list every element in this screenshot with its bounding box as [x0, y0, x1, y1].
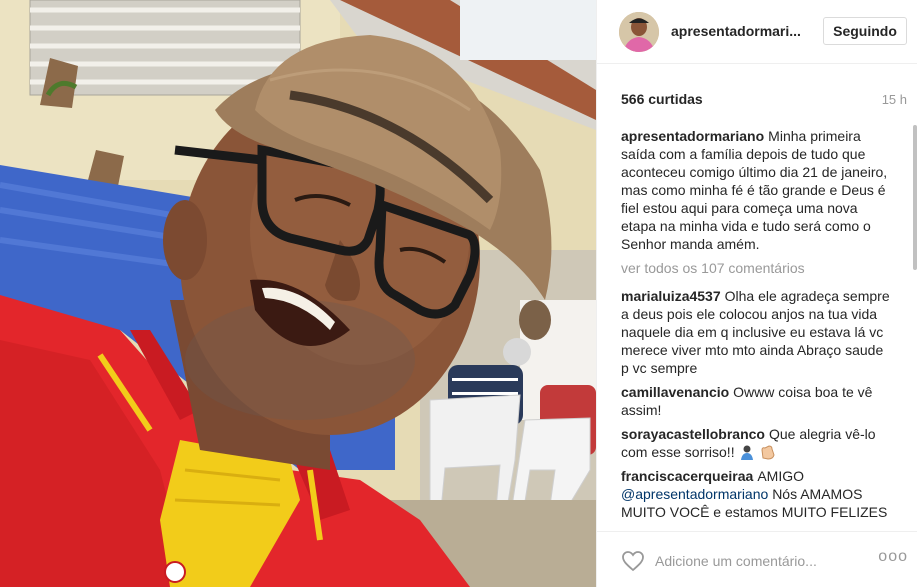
person-emoji-icon: [739, 444, 755, 460]
post-sidebar: apresentadormari... Seguindo 566 curtida…: [596, 0, 917, 587]
comment-username[interactable]: franciscacerqueiraa: [621, 468, 753, 484]
comments-scrollbar[interactable]: [913, 125, 917, 270]
comment-footer: ooo: [597, 531, 917, 587]
list-item: camillavenancio Owww coisa boa te vê assi…: [621, 383, 893, 419]
view-all-comments-link[interactable]: ver todos os 107 comentários: [621, 259, 893, 277]
caption-text: Minha primeira saída com a família depoi…: [621, 128, 888, 252]
comment-username[interactable]: sorayacastellobranco: [621, 426, 765, 442]
list-item: sorayacastellobranco Que alegria vê-lo co…: [621, 425, 893, 461]
avatar[interactable]: [619, 12, 659, 52]
caption: apresentadormariano Minha primeira saída …: [621, 127, 893, 253]
heart-icon[interactable]: [621, 550, 645, 572]
more-options-icon[interactable]: ooo: [878, 548, 908, 566]
comment-mention-link[interactable]: @apresentadormariano: [621, 486, 768, 502]
post-header: apresentadormari... Seguindo: [597, 0, 917, 64]
clapping-hands-emoji-icon: [760, 444, 776, 460]
post-time[interactable]: 15 h: [882, 92, 907, 107]
post-author-username[interactable]: apresentadormari...: [671, 23, 801, 39]
add-comment-input[interactable]: [655, 549, 855, 573]
caption-username[interactable]: apresentadormariano: [621, 128, 764, 144]
comment-text: AMIGO: [757, 468, 804, 484]
post-photo[interactable]: [0, 0, 596, 587]
list-item: franciscacerqueiraa AMIGO @apresentadorma…: [621, 467, 893, 521]
likes-count[interactable]: 566 curtidas: [621, 91, 703, 107]
list-item: marialuiza4537 Olha ele agradeça sempre a…: [621, 287, 893, 377]
comment-username[interactable]: marialuiza4537: [621, 288, 721, 304]
following-button[interactable]: Seguindo: [823, 17, 907, 45]
comments-list: apresentadormariano Minha primeira saída …: [621, 127, 893, 525]
comment-username[interactable]: camillavenancio: [621, 384, 729, 400]
